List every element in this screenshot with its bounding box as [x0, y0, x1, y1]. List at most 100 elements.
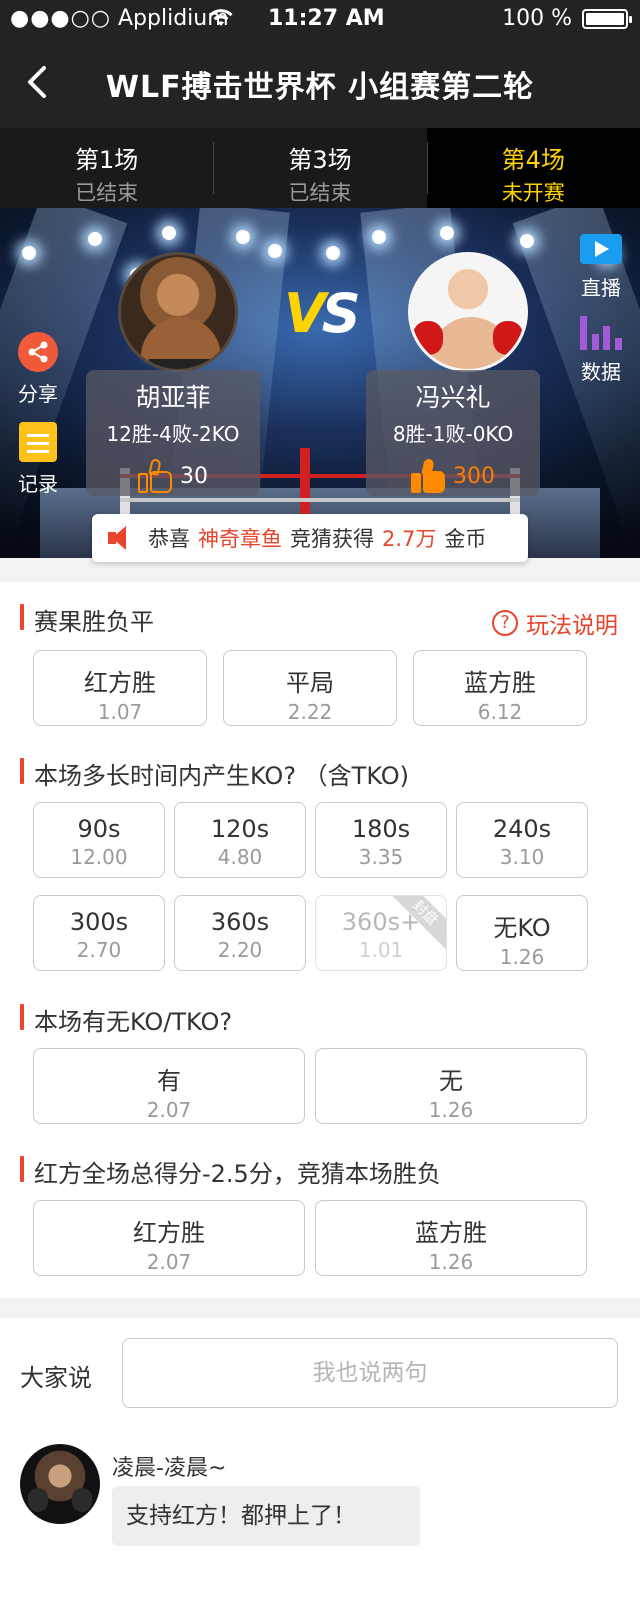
tab-match-3[interactable]: 第3场 已结束: [213, 128, 427, 208]
tab-name: 第4场: [501, 146, 565, 174]
option-label: 有: [157, 1067, 181, 1095]
bet-option[interactable]: 有 2.07: [33, 1048, 305, 1124]
share-icon: [18, 332, 58, 372]
record-label: 记录: [18, 472, 58, 496]
option-odds: 3.10: [499, 845, 545, 869]
like-count: 30: [180, 463, 208, 489]
status-bar: ●●●○○ Applidium 11:27 AM 100 %: [0, 0, 640, 38]
avatar[interactable]: [20, 1444, 100, 1524]
top-bar: ●●●○○ Applidium 11:27 AM 100 % WLF搏击世界杯 …: [0, 0, 640, 128]
vs-letter-s: S: [321, 282, 361, 345]
clock: 11:27 AM: [268, 6, 385, 31]
ticker-prefix: 恭喜: [148, 527, 190, 551]
live-label: 直播: [581, 276, 621, 300]
rules-label: 玩法说明: [526, 613, 618, 639]
bet-option[interactable]: 300s 2.70: [33, 895, 165, 971]
option-odds: 4.80: [217, 845, 263, 869]
bet-option[interactable]: 120s 4.80: [174, 802, 306, 878]
option-odds: 2.70: [76, 938, 122, 962]
battery-indicator: 100 %: [502, 6, 632, 31]
nav-bar: WLF搏击世界杯 小组赛第二轮: [0, 44, 640, 124]
bet-option-closed: 封盘 360s+ 1.01: [315, 895, 447, 971]
video-icon: [580, 234, 622, 264]
tab-status: 未开赛: [501, 181, 565, 205]
fighter-name: 冯兴礼: [415, 383, 491, 412]
option-label: 平局: [286, 669, 334, 697]
stadium-light: [162, 226, 176, 240]
bet-option[interactable]: 90s 12.00: [33, 802, 165, 878]
stadium-light: [22, 246, 36, 260]
like-count: 300: [453, 463, 495, 489]
speaker-icon: [106, 524, 140, 552]
stats-button[interactable]: 数据: [580, 316, 622, 385]
stats-label: 数据: [581, 360, 621, 384]
stadium-light: [372, 230, 386, 244]
winner-ticker: 恭喜 神奇章鱼 竞猜获得 2.7万 金币: [92, 514, 528, 562]
bet-option[interactable]: 无KO 1.26: [456, 895, 588, 971]
stadium-light: [326, 246, 340, 260]
section-title: 本场有无KO/TKO?: [20, 1002, 232, 1037]
comment-username: 凌晨-凌晨~: [112, 1456, 227, 1481]
blue-fighter-avatar[interactable]: [408, 252, 528, 372]
fighter-record: 12胜-4败-2KO: [106, 422, 240, 446]
bar-chart-icon: [580, 316, 622, 350]
option-odds: 2.07: [146, 1250, 192, 1274]
stadium-light: [236, 230, 250, 244]
fighter-record: 8胜-1败-0KO: [392, 422, 514, 446]
section-title: 红方全场总得分-2.5分，竞猜本场胜负: [20, 1154, 441, 1189]
fighter-name: 胡亚菲: [135, 383, 211, 412]
option-odds: 2.20: [217, 938, 263, 962]
option-label: 360s: [210, 908, 270, 936]
tab-name: 第1场: [75, 146, 139, 174]
like-button[interactable]: 300: [366, 458, 540, 493]
option-label: 蓝方胜: [415, 1219, 487, 1247]
battery-percent: 100 %: [502, 6, 572, 31]
bet-option[interactable]: 180s 3.35: [315, 802, 447, 878]
red-fighter-avatar[interactable]: [118, 252, 238, 372]
bet-option[interactable]: 蓝方胜 6.12: [413, 650, 587, 726]
option-odds: 2.22: [287, 700, 333, 724]
page-title: WLF搏击世界杯 小组赛第二轮: [105, 70, 535, 105]
option-odds: 12.00: [70, 845, 128, 869]
bet-option[interactable]: 360s 2.20: [174, 895, 306, 971]
option-label: 无: [439, 1067, 463, 1095]
ticker-middle: 竞猜获得: [290, 527, 374, 551]
bet-option[interactable]: 无 1.26: [315, 1048, 587, 1124]
wifi-icon: [208, 8, 234, 34]
option-odds: 2.07: [146, 1098, 192, 1122]
record-button[interactable]: 记录: [18, 422, 58, 497]
section-title: 赛果胜负平: [20, 602, 154, 637]
bet-option[interactable]: 蓝方胜 1.26: [315, 1200, 587, 1276]
glove: [413, 321, 443, 355]
live-button[interactable]: 直播: [580, 234, 622, 301]
ticker-user: 神奇章鱼: [198, 527, 282, 551]
tab-match-4[interactable]: 第4场 未开赛: [426, 128, 640, 208]
tab-match-1[interactable]: 第1场 已结束: [0, 128, 214, 208]
stadium-light: [268, 244, 282, 258]
bet-option[interactable]: 红方胜 1.07: [33, 650, 207, 726]
rules-link[interactable]: ? 玩法说明: [492, 606, 618, 640]
option-label: 90s: [77, 815, 121, 843]
option-odds: 1.26: [428, 1250, 474, 1274]
comment-input[interactable]: 我也说两句: [122, 1338, 618, 1408]
bet-option[interactable]: 240s 3.10: [456, 802, 588, 878]
share-button[interactable]: 分享: [18, 332, 58, 407]
bet-option[interactable]: 红方胜 2.07: [33, 1200, 305, 1276]
ticker-suffix: 金币: [444, 527, 487, 551]
signal-dots: ●●●○○: [10, 6, 111, 31]
like-button[interactable]: 30: [86, 458, 260, 493]
tab-name: 第3场: [288, 146, 352, 174]
option-label: 无KO: [493, 914, 551, 942]
comment-bubble: 支持红方！都押上了！: [112, 1486, 420, 1546]
app-screen: ●●●○○ Applidium 11:27 AM 100 % WLF搏击世界杯 …: [0, 0, 640, 1620]
option-odds: 6.12: [477, 700, 523, 724]
question-icon: ?: [492, 610, 518, 636]
clipboard-icon: [19, 422, 57, 462]
carrier: ●●●○○ Applidium: [10, 6, 229, 31]
stadium-light: [440, 226, 454, 240]
ticker-amount: 2.7万: [382, 527, 437, 551]
option-label: 红方胜: [84, 669, 156, 697]
stadium-light: [88, 232, 102, 246]
thumbs-up-icon: [138, 458, 172, 493]
bet-option[interactable]: 平局 2.22: [223, 650, 397, 726]
